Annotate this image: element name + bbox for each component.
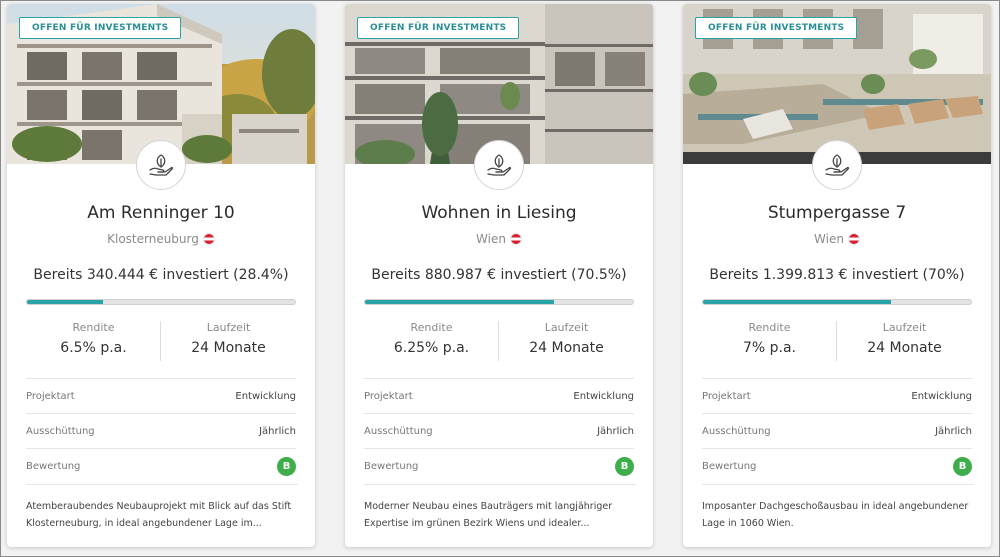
investment-status-badge: OFFEN FÜR INVESTMENTS [19,17,182,39]
project-location: Klosterneuburg [7,232,315,246]
projektart-label: Projektart [702,391,751,402]
key-figures: Rendite 6.25% p.a. Laufzeit 24 Monate [364,319,634,364]
projektart-row: Projektart Entwicklung [702,378,972,413]
projektart-value: Entwicklung [235,391,296,402]
rating-badge: B [615,457,634,476]
funding-progress-fill [365,300,554,304]
laufzeit-value: 24 Monate [867,340,942,356]
investment-status-badge: OFFEN FÜR INVESTMENTS [695,17,858,39]
location-label: Wien [814,232,844,246]
rendite-value: 6.5% p.a. [60,340,127,356]
key-figures: Rendite 7% p.a. Laufzeit 24 Monate [702,319,972,364]
key-figures: Rendite 6.5% p.a. Laufzeit 24 Monate [26,319,296,364]
bewertung-row: Bewertung B [26,448,296,483]
ausschuettung-value: Jährlich [597,426,634,437]
funding-progress-bar [364,299,634,305]
sustainability-icon [474,140,524,190]
sustainability-icon [812,140,862,190]
project-title[interactable]: Am Renninger 10 [7,203,315,223]
austria-flag-icon [202,233,215,245]
projektart-label: Projektart [364,391,413,402]
laufzeit-stat: Laufzeit 24 Monate [837,319,972,364]
sustainability-icon [136,140,186,190]
ausschuettung-value: Jährlich [259,426,296,437]
projektart-label: Projektart [26,391,75,402]
rendite-label: Rendite [410,321,453,334]
project-title[interactable]: Wohnen in Liesing [345,203,653,223]
project-grid: OFFEN FÜR INVESTMENTS Am Renninger 10 Kl… [7,4,993,557]
invested-amount: Bereits 880.987 € investiert (70.5%) [371,267,627,283]
bewertung-row: Bewertung B [364,448,634,483]
project-location: Wien [345,232,653,246]
rendite-value: 6.25% p.a. [393,340,470,356]
laufzeit-stat: Laufzeit 24 Monate [161,319,296,364]
project-card[interactable]: OFFEN FÜR INVESTMENTS Am Renninger 10 Kl… [7,4,315,547]
project-card[interactable]: OFFEN FÜR INVESTMENTS Wohnen in Liesing … [345,4,653,547]
project-location: Wien [683,232,991,246]
ausschuettung-value: Jährlich [935,426,972,437]
project-description: Atemberaubendes Neubauprojekt mit Blick … [26,484,298,532]
rendite-label: Rendite [748,321,791,334]
project-description: Imposanter Dachgeschoßausbau in ideal an… [702,484,974,532]
rendite-value: 7% p.a. [742,340,797,356]
rendite-stat: Rendite 6.5% p.a. [26,319,161,364]
investment-status-badge: OFFEN FÜR INVESTMENTS [357,17,520,39]
project-description: Moderner Neubau eines Bauträgers mit lan… [364,484,636,532]
ausschuettung-label: Ausschüttung [702,426,771,437]
location-label: Wien [476,232,506,246]
ausschuettung-row: Ausschüttung Jährlich [702,413,972,448]
laufzeit-label: Laufzeit [206,321,251,334]
project-card[interactable]: OFFEN FÜR INVESTMENTS Stumpergasse 7 Wie… [683,4,991,547]
funding-progress-fill [703,300,891,304]
austria-flag-icon [509,233,522,245]
austria-flag-icon [847,233,860,245]
laufzeit-label: Laufzeit [882,321,927,334]
ausschuettung-row: Ausschüttung Jährlich [26,413,296,448]
projektart-value: Entwicklung [573,391,634,402]
rating-badge: B [953,457,972,476]
funding-progress-bar [702,299,972,305]
invested-amount: Bereits 340.444 € investiert (28.4%) [33,267,289,283]
bewertung-label: Bewertung [364,461,419,472]
project-title[interactable]: Stumpergasse 7 [683,203,991,223]
rendite-label: Rendite [72,321,115,334]
ausschuettung-row: Ausschüttung Jährlich [364,413,634,448]
invested-amount: Bereits 1.399.813 € investiert (70%) [709,267,965,283]
rendite-stat: Rendite 6.25% p.a. [364,319,499,364]
rendite-stat: Rendite 7% p.a. [702,319,837,364]
bewertung-label: Bewertung [702,461,757,472]
bewertung-label: Bewertung [26,461,81,472]
bewertung-row: Bewertung B [702,448,972,483]
funding-progress-bar [26,299,296,305]
projektart-value: Entwicklung [911,391,972,402]
projektart-row: Projektart Entwicklung [364,378,634,413]
ausschuettung-label: Ausschüttung [26,426,95,437]
rating-badge: B [277,457,296,476]
laufzeit-value: 24 Monate [529,340,604,356]
laufzeit-value: 24 Monate [191,340,266,356]
funding-progress-fill [27,300,104,304]
projektart-row: Projektart Entwicklung [26,378,296,413]
laufzeit-stat: Laufzeit 24 Monate [499,319,634,364]
location-label: Klosterneuburg [107,232,199,246]
ausschuettung-label: Ausschüttung [364,426,433,437]
laufzeit-label: Laufzeit [544,321,589,334]
